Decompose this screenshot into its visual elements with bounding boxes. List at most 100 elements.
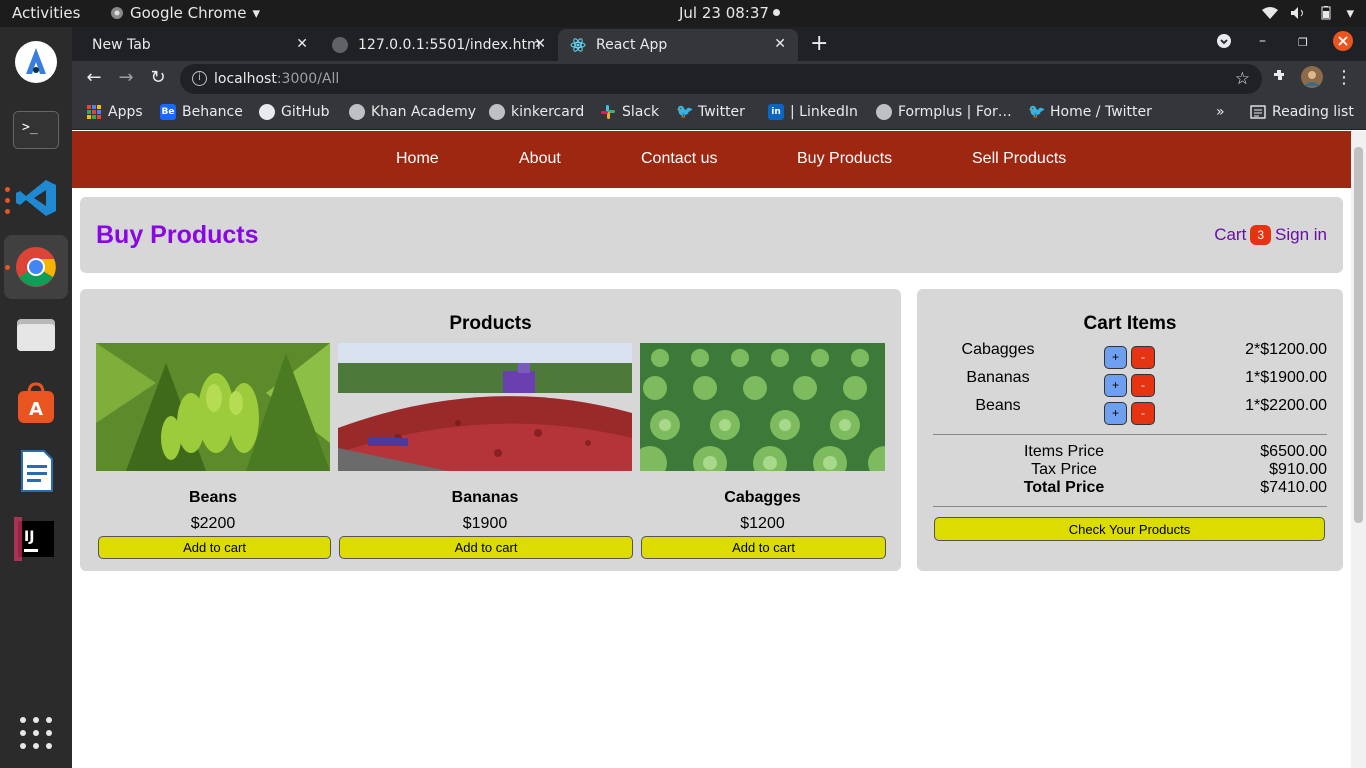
tab-react-app[interactable]: React App ✕ — [558, 29, 798, 61]
site-info-icon[interactable]: i — [192, 71, 207, 86]
close-icon[interactable]: ✕ — [534, 36, 546, 52]
check-products-button[interactable]: Check Your Products — [934, 517, 1325, 541]
bookmark-label: Apps — [108, 104, 143, 120]
total-price-value: $7410.00 — [1260, 479, 1327, 496]
extensions-icon[interactable] — [1268, 67, 1292, 88]
page-scrollbar[interactable] — [1351, 131, 1366, 768]
chrome-icon[interactable] — [12, 243, 60, 291]
bookmark-label: Formplus | For… — [898, 104, 1012, 120]
files-icon[interactable] — [12, 311, 60, 359]
back-icon[interactable]: ← — [82, 67, 106, 88]
app-menu[interactable]: Google Chrome ▾ — [110, 4, 260, 22]
bookmark-label: Slack — [622, 104, 660, 120]
products-heading: Products — [449, 313, 532, 334]
minimize-icon[interactable]: – — [1259, 33, 1266, 49]
nav-contact-link[interactable]: Contact us — [641, 150, 717, 168]
bookmark-home-twitter[interactable]: 🐦 Home / Twitter — [1028, 104, 1152, 120]
bookmarks-overflow-icon[interactable]: » — [1216, 104, 1225, 120]
bookmark-github[interactable]: GitHub — [259, 104, 330, 120]
writer-icon[interactable] — [12, 447, 60, 495]
items-price-value: $6500.00 — [1260, 443, 1327, 460]
product-price: $1200 — [740, 515, 785, 532]
tab-label: New Tab — [92, 37, 151, 53]
bookmark-label: GitHub — [281, 104, 330, 120]
show-applications-icon[interactable] — [12, 709, 60, 757]
decrease-quantity-button[interactable]: - — [1131, 346, 1155, 369]
product-price: $2200 — [190, 515, 236, 532]
linkedin-icon: in — [768, 104, 784, 120]
page-header: Buy Products Cart 3 Sign in — [80, 197, 1343, 273]
github-icon — [259, 104, 275, 120]
reading-list-button[interactable]: Reading list — [1250, 104, 1354, 120]
twitter-icon: 🐦 — [676, 104, 694, 120]
app-navbar: Home About Contact us Buy Products Sell … — [72, 131, 1351, 188]
cart-item-row: Bananas + - 1*$1900.00 — [917, 369, 1343, 397]
menu-dots-icon[interactable]: ⋮ — [1332, 67, 1356, 88]
tab-search-icon[interactable] — [1216, 33, 1232, 53]
nav-buy-products-link[interactable]: Buy Products — [797, 150, 892, 168]
page-title[interactable]: Buy Products — [96, 221, 259, 250]
tab-label: 127.0.0.1:5501/index.htm — [358, 37, 541, 53]
total-price-row: Total Price $7410.00 — [917, 479, 1343, 497]
add-to-cart-button[interactable]: Add to cart — [641, 536, 886, 559]
bookmark-formplus[interactable]: Formplus | For… — [876, 104, 1012, 120]
nav-home-link[interactable]: Home — [396, 150, 439, 168]
close-window-icon[interactable] — [1333, 31, 1353, 55]
increase-quantity-button[interactable]: + — [1104, 346, 1127, 369]
cart-divider — [933, 506, 1327, 507]
increase-quantity-button[interactable]: + — [1104, 402, 1127, 425]
items-price-row: Items Price $6500.00 — [917, 443, 1343, 461]
cart-item-quantity: 2*$1200.00 — [1245, 341, 1327, 358]
cart-item-name: Cabagges — [961, 341, 1035, 358]
nav-sell-products-link[interactable]: Sell Products — [972, 150, 1066, 168]
software-store-icon[interactable]: A — [12, 379, 60, 427]
terminal-icon[interactable]: >_ — [12, 106, 60, 154]
tab-localhost-5501[interactable]: 127.0.0.1:5501/index.htm ✕ — [320, 29, 558, 61]
bookmark-star-icon[interactable]: ☆ — [1235, 64, 1250, 94]
system-top-bar: Activities Google Chrome ▾ Jul 23 08:37 … — [0, 0, 1366, 27]
decrease-quantity-button[interactable]: - — [1131, 402, 1155, 425]
sign-in-link[interactable]: Sign in — [1275, 225, 1327, 245]
reading-list-label: Reading list — [1272, 104, 1354, 120]
close-icon[interactable]: ✕ — [296, 36, 308, 52]
twitter-icon: 🐦 — [1028, 104, 1046, 120]
cart-item-quantity: 1*$1900.00 — [1245, 369, 1327, 386]
increase-quantity-button[interactable]: + — [1104, 374, 1127, 397]
decrease-quantity-button[interactable]: - — [1131, 374, 1155, 397]
forward-icon[interactable]: → — [114, 67, 138, 88]
tab-label: React App — [596, 37, 668, 53]
bookmark-twitter[interactable]: 🐦 Twitter — [676, 104, 745, 120]
reload-icon[interactable]: ↻ — [146, 67, 170, 88]
nav-about-link[interactable]: About — [519, 150, 561, 168]
bookmark-kinkercard[interactable]: kinkercard — [489, 104, 584, 120]
android-studio-icon[interactable] — [12, 38, 60, 86]
cart-link[interactable]: Cart — [1214, 225, 1246, 245]
profile-avatar[interactable] — [1300, 66, 1324, 93]
bookmark-khan-academy[interactable]: Khan Academy — [349, 104, 476, 120]
tab-new-tab[interactable]: New Tab ✕ — [72, 29, 320, 61]
system-tray[interactable]: ▾ — [1262, 4, 1354, 22]
close-icon[interactable]: ✕ — [774, 36, 786, 52]
chrome-small-icon — [111, 7, 123, 19]
bookmark-behance[interactable]: Be Behance — [160, 104, 243, 120]
add-to-cart-button[interactable]: Add to cart — [98, 536, 331, 559]
svg-text:A: A — [29, 399, 43, 420]
battery-icon — [1321, 6, 1331, 20]
activities-button[interactable]: Activities — [12, 4, 80, 22]
bookmark-slack[interactable]: Slack — [600, 104, 659, 120]
bookmark-label: Twitter — [698, 104, 745, 120]
maximize-icon[interactable]: ❐ — [1298, 36, 1308, 49]
cart-item-quantity: 1*$2200.00 — [1245, 397, 1327, 414]
bookmark-linkedin[interactable]: in | LinkedIn — [768, 104, 858, 120]
page-viewport: Home About Contact us Buy Products Sell … — [72, 131, 1351, 768]
bookmark-apps[interactable]: Apps — [86, 104, 143, 120]
product-name: Cabagges — [724, 489, 801, 506]
add-to-cart-button[interactable]: Add to cart — [339, 536, 633, 559]
intellij-icon[interactable]: IJ — [12, 515, 60, 563]
clock[interactable]: Jul 23 08:37 — [679, 4, 769, 22]
address-bar[interactable]: i localhost:3000/All ☆ — [180, 64, 1262, 94]
bookmarks-bar: Apps Be Behance GitHub Khan Academy kink… — [72, 97, 1366, 130]
vscode-icon[interactable] — [12, 174, 60, 222]
scrollbar-thumb[interactable] — [1354, 147, 1363, 523]
new-tab-button[interactable]: + — [810, 33, 828, 55]
